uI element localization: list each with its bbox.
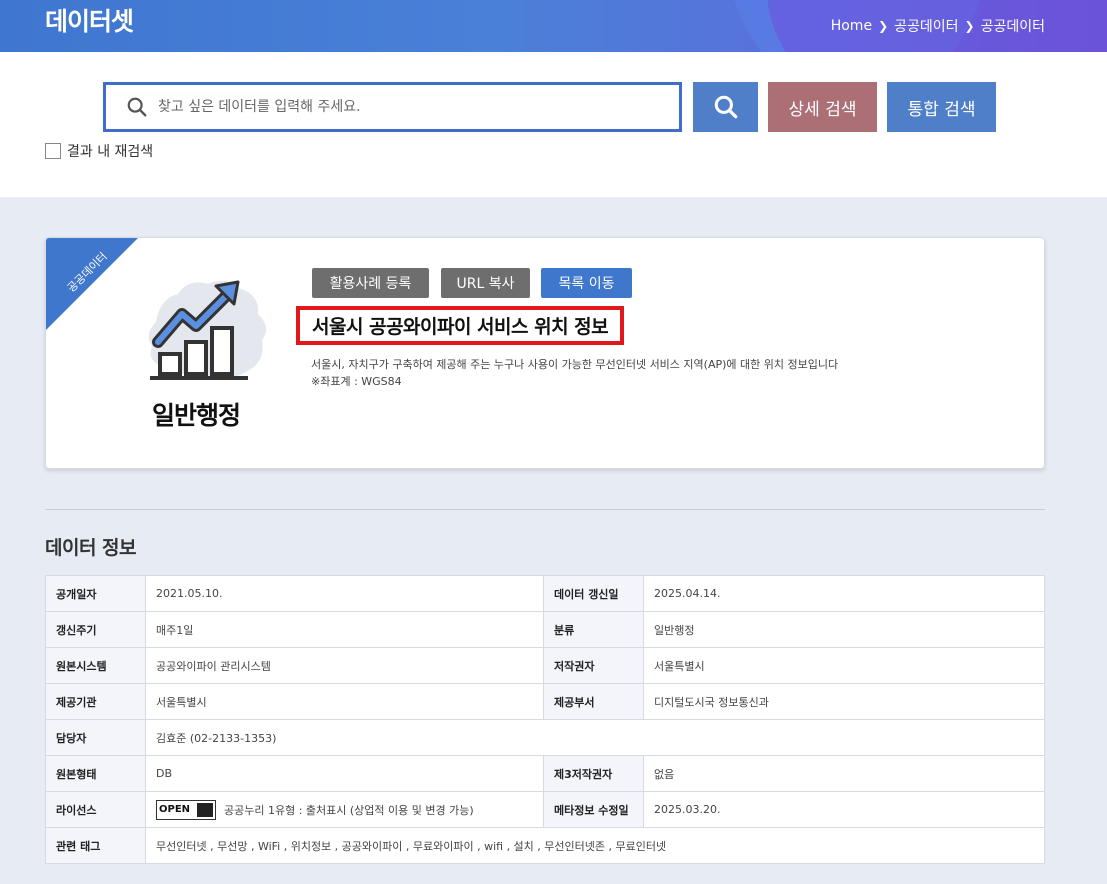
page-header: 데이터셋 Home ❯ 공공데이터 ❯ 공공데이터 xyxy=(0,0,1107,52)
tags-value: 무선인터넷 , 무선망 , WiFi , 위치정보 , 공공와이파이 , 무료와… xyxy=(145,827,1045,864)
row-label: 분류 xyxy=(543,611,644,648)
row-value: DB xyxy=(145,755,544,792)
research-checkbox-row[interactable]: 결과 내 재검색 xyxy=(45,141,153,161)
dataset-description: 서울시, 자치구가 구축하여 제공해 주는 누구나 사용이 가능한 무선인터넷 … xyxy=(311,356,838,390)
person-icon xyxy=(197,802,213,817)
table-row: 관련 태그 무선인터넷 , 무선망 , WiFi , 위치정보 , 공공와이파이… xyxy=(45,827,1045,864)
search-icon xyxy=(714,95,737,119)
search-area: 상세 검색 통합 검색 결과 내 재검색 xyxy=(0,52,1107,197)
license-text: 공공누리 1유형 : 출처표시 (상업적 이용 및 변경 가능) xyxy=(224,803,474,817)
register-case-button[interactable]: 활용사례 등록 xyxy=(312,268,429,298)
breadcrumb: Home ❯ 공공데이터 ❯ 공공데이터 xyxy=(831,16,1045,36)
table-row: 원본시스템 공공와이파이 관리시스템 저작권자 서울특별시 xyxy=(45,647,1045,684)
coordinate-note: ※좌표계 : WGS84 xyxy=(311,375,402,388)
open-license-badge-icon: OPEN xyxy=(156,799,216,820)
row-label: 데이터 갱신일 xyxy=(543,575,644,612)
row-label: 원본시스템 xyxy=(45,647,146,684)
row-label: 공개일자 xyxy=(45,575,146,612)
row-label: 저작권자 xyxy=(543,647,644,684)
search-input[interactable] xyxy=(158,99,638,115)
row-label: 메타정보 수정일 xyxy=(543,791,644,828)
row-value: 없음 xyxy=(643,755,1045,792)
detail-search-button[interactable]: 상세 검색 xyxy=(768,82,877,132)
search-button[interactable] xyxy=(693,82,758,132)
license-info: OPEN 공공누리 1유형 : 출처표시 (상업적 이용 및 변경 가능) xyxy=(156,799,533,820)
table-row: 담당자 김효준 (02-2133-1353) xyxy=(45,719,1045,756)
total-search-button[interactable]: 통합 검색 xyxy=(887,82,996,132)
row-value: 김효준 (02-2133-1353) xyxy=(145,719,1045,756)
chart-growth-icon xyxy=(148,280,267,380)
table-row: 원본형태 DB 제3저작권자 없음 xyxy=(45,755,1045,792)
row-label: 원본형태 xyxy=(45,755,146,792)
row-value: 공공와이파이 관리시스템 xyxy=(145,647,544,684)
table-row: 제공기관 서울특별시 제공부서 디지털도시국 정보통신과 xyxy=(45,683,1045,720)
search-icon xyxy=(127,97,147,117)
row-value: 2021.05.10. xyxy=(145,575,544,612)
row-label: 갱신주기 xyxy=(45,611,146,648)
chevron-right-icon: ❯ xyxy=(878,19,889,33)
search-box[interactable] xyxy=(103,82,682,132)
category-label: 일반행정 xyxy=(151,401,241,430)
row-value: 매주1일 xyxy=(145,611,544,648)
row-label: 관련 태그 xyxy=(45,827,146,864)
row-value: 2025.04.14. xyxy=(643,575,1045,612)
data-info-table: 공개일자 2021.05.10. 데이터 갱신일 2025.04.14. 갱신주… xyxy=(45,575,1045,864)
row-label: 제공기관 xyxy=(45,683,146,720)
row-value: 서울특별시 xyxy=(145,683,544,720)
copy-url-button[interactable]: URL 복사 xyxy=(441,268,530,298)
breadcrumb-level2[interactable]: 공공데이터 xyxy=(981,16,1045,36)
row-label: 제공부서 xyxy=(543,683,644,720)
row-label: 라이선스 xyxy=(45,791,146,828)
dataset-card: 공공데이터 일반행정 활용사례 등록 URL 복사 목록 이동 서울시 공공와이… xyxy=(45,237,1045,469)
page-title: 데이터셋 xyxy=(45,7,134,36)
row-value: 디지털도시국 정보통신과 xyxy=(643,683,1045,720)
row-value: 일반행정 xyxy=(643,611,1045,648)
table-row: 공개일자 2021.05.10. 데이터 갱신일 2025.04.14. xyxy=(45,575,1045,612)
chevron-right-icon: ❯ xyxy=(964,19,975,33)
dataset-title: 서울시 공공와이파이 서비스 위치 정보 xyxy=(296,306,625,345)
row-value: OPEN 공공누리 1유형 : 출처표시 (상업적 이용 및 변경 가능) xyxy=(145,791,544,828)
row-label: 제3저작권자 xyxy=(543,755,644,792)
research-label: 결과 내 재검색 xyxy=(67,144,154,160)
row-value: 2025.03.20. xyxy=(643,791,1045,828)
section-title: 데이터 정보 xyxy=(45,537,137,559)
description-text: 서울시, 자치구가 구축하여 제공해 주는 누구나 사용이 가능한 무선인터넷 … xyxy=(311,358,839,371)
breadcrumb-level1[interactable]: 공공데이터 xyxy=(894,16,958,36)
research-checkbox[interactable] xyxy=(45,143,61,159)
row-label: 담당자 xyxy=(45,719,146,756)
table-row: 라이선스 OPEN 공공누리 1유형 : 출처표시 (상업적 이용 및 변경 가… xyxy=(45,791,1045,828)
section-divider xyxy=(45,509,1045,510)
breadcrumb-home[interactable]: Home xyxy=(831,18,872,34)
back-to-list-button[interactable]: 목록 이동 xyxy=(541,268,632,298)
table-row: 갱신주기 매주1일 분류 일반행정 xyxy=(45,611,1045,648)
license-badge-text: OPEN xyxy=(159,804,191,815)
row-value: 서울특별시 xyxy=(643,647,1045,684)
category-ribbon xyxy=(46,238,138,330)
